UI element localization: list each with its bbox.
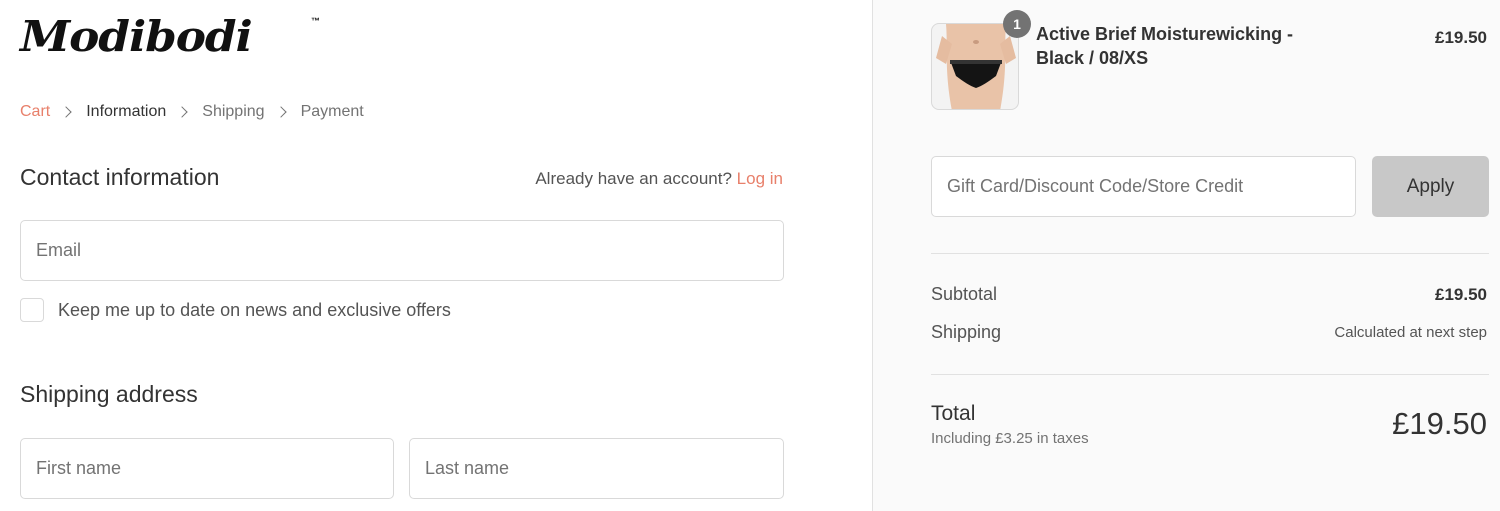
shipping-value: Calculated at next step	[1334, 324, 1487, 341]
breadcrumb-information: Information	[86, 103, 167, 120]
breadcrumb: Cart Information Shipping Payment	[20, 101, 364, 123]
newsletter-option[interactable]: Keep me up to date on news and exclusive…	[20, 298, 451, 322]
total-value: £19.50	[1392, 406, 1487, 441]
discount-code-input[interactable]: Gift Card/Discount Code/Store Credit	[931, 156, 1356, 217]
apply-button[interactable]: Apply	[1372, 156, 1489, 217]
quantity-badge: 1	[1003, 10, 1031, 38]
chevron-right-icon	[274, 106, 287, 118]
subtotal-label: Subtotal	[931, 284, 998, 304]
divider	[931, 374, 1489, 375]
email-field[interactable]: Email	[20, 220, 784, 281]
total-label: Total	[931, 402, 976, 425]
trademark-mark: ™	[311, 16, 320, 26]
shipping-label: Shipping	[931, 322, 1002, 342]
breadcrumb-payment: Payment	[300, 103, 364, 120]
first-name-field[interactable]: First name	[20, 438, 394, 499]
last-name-placeholder: Last name	[425, 458, 510, 478]
email-placeholder: Email	[36, 240, 82, 260]
account-prompt: Already have an account? Log in	[535, 169, 783, 189]
discount-placeholder: Gift Card/Discount Code/Store Credit	[947, 176, 1244, 196]
last-name-field[interactable]: Last name	[409, 438, 784, 499]
order-summary: 1 Active Brief Moisturewicking - Black /…	[872, 0, 1500, 511]
shipping-address-title: Shipping address	[20, 381, 198, 407]
checkout-main: Modibodi ™ Cart Information Shipping Pay…	[0, 0, 872, 511]
subtotal-value: £19.50	[1435, 285, 1487, 304]
newsletter-label: Keep me up to date on news and exclusive…	[58, 299, 451, 320]
chevron-right-icon	[60, 106, 72, 118]
brand-logo[interactable]: Modibodi ™	[20, 14, 320, 60]
account-prompt-text: Already have an account?	[535, 169, 732, 188]
login-link[interactable]: Log in	[737, 169, 783, 188]
newsletter-checkbox[interactable]	[20, 298, 44, 322]
chevron-right-icon	[176, 106, 188, 118]
breadcrumb-shipping: Shipping	[202, 103, 265, 120]
product-name: Active Brief Moisturewicking - Black / 0…	[1036, 24, 1294, 68]
breadcrumb-cart[interactable]: Cart	[20, 103, 50, 121]
contact-information-title: Contact information	[20, 164, 220, 190]
product-price: £19.50	[1435, 28, 1487, 47]
total-taxes-note: Including £3.25 in taxes	[931, 430, 1089, 447]
logo-text: Modibodi	[20, 12, 253, 61]
first-name-placeholder: First name	[36, 458, 122, 478]
divider	[931, 253, 1489, 254]
product-thumbnail: 1	[931, 10, 1031, 110]
product-image	[932, 24, 1018, 109]
